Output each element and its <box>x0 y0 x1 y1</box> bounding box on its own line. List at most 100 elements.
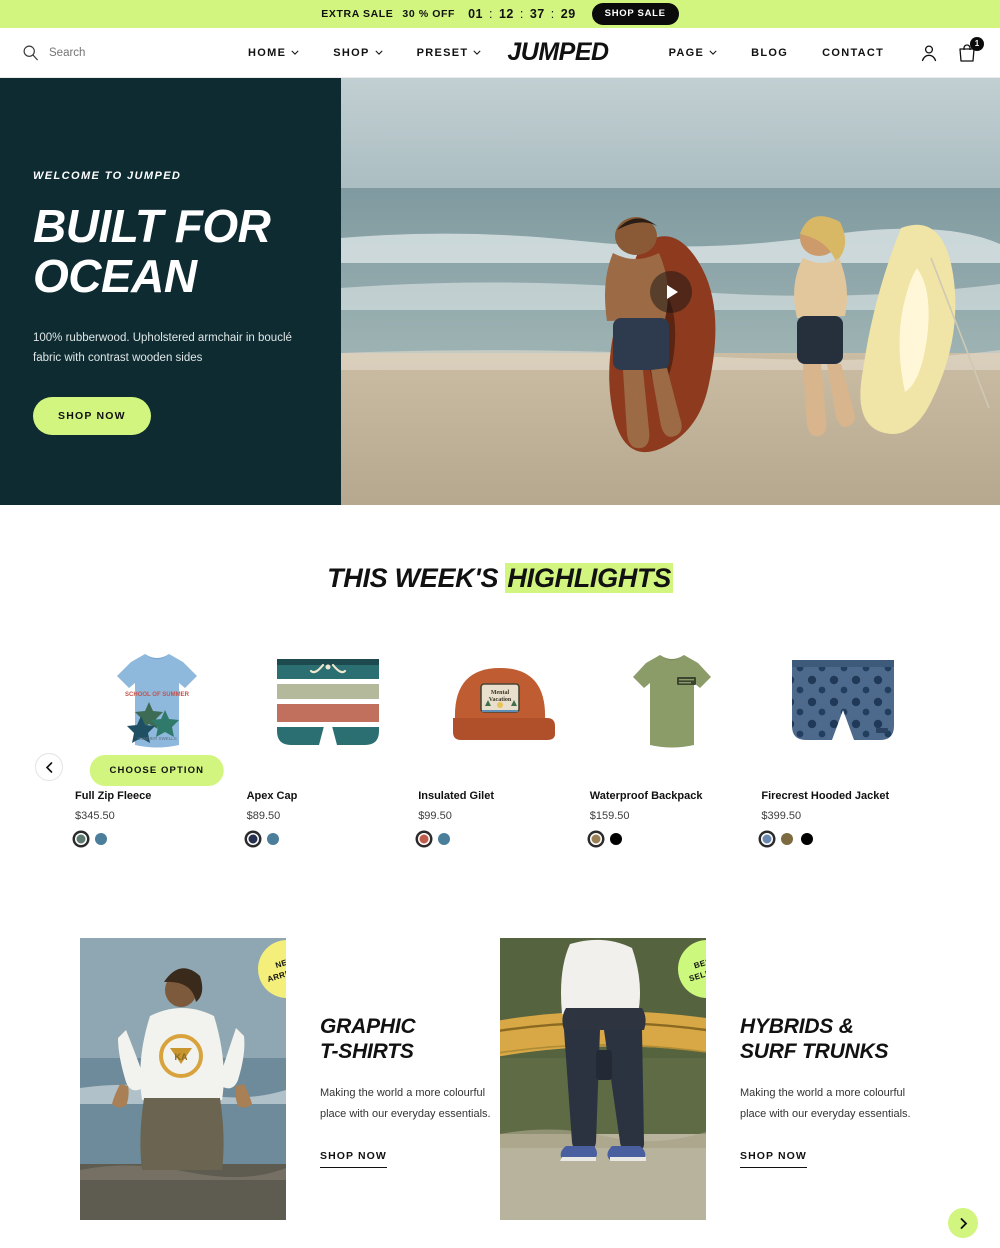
primary-nav-left: HOME SHOP PRESET <box>248 47 481 59</box>
swatch-option[interactable] <box>609 833 622 845</box>
site-logo[interactable]: JUMPED <box>507 38 609 67</box>
product-image[interactable] <box>761 640 925 768</box>
site-header: HOME SHOP PRESET JUMPED PAGE BLOG CONTAC… <box>0 28 1000 78</box>
surfer-white-tshirt-ocean-image: KA <box>80 938 286 1220</box>
countdown-sep-1: : <box>488 7 493 21</box>
swatch-option[interactable] <box>418 833 431 845</box>
countdown-sep-3: : <box>550 7 555 21</box>
product-swatches <box>75 833 239 845</box>
chevron-down-icon <box>291 50 299 55</box>
announcement-label: EXTRA SALE <box>321 8 394 20</box>
product-card[interactable]: SCHOOL OF SUMMER SUMMER SWELLS CHOOSE OP… <box>75 640 239 845</box>
navy-floral-shorts-image <box>792 660 895 740</box>
product-card[interactable]: Firecrest Hooded Jacket $399.50 <box>761 640 925 845</box>
promo-title-line-2: T-SHIRTS <box>320 1040 414 1064</box>
hero-play-button[interactable] <box>649 270 692 313</box>
product-card[interactable]: Waterproof Backpack $159.50 <box>589 640 754 845</box>
nav-item-preset-label: PRESET <box>416 46 469 59</box>
product-swatches <box>418 833 582 845</box>
product-image[interactable]: Mental Vacation <box>418 640 582 768</box>
product-price: $99.50 <box>418 810 452 822</box>
countdown-hours: 12 <box>498 7 514 21</box>
promo-title-line-1: GRAPHIC <box>320 1015 416 1038</box>
product-card[interactable]: Mental Vacation Insulated Gilet $99.50 <box>418 640 582 845</box>
svg-text:KA: KA <box>175 1052 188 1062</box>
product-image[interactable] <box>590 640 754 768</box>
swatch-option[interactable] <box>95 833 107 845</box>
play-icon <box>666 284 678 299</box>
promo-body: GRAPHIC T-SHIRTS Making the world a more… <box>286 938 500 1220</box>
promo-title-line-1: HYBRIDS & <box>740 1015 854 1038</box>
chevron-down-icon <box>375 50 383 55</box>
product-price: $345.50 <box>75 810 115 822</box>
chevron-down-icon <box>709 50 717 55</box>
promo-image[interactable]: KA NEW ARRIVALS <box>80 938 286 1220</box>
nav-item-blog-label: BLOG <box>751 46 789 59</box>
primary-nav-right: PAGE BLOG CONTACT <box>669 47 885 59</box>
swatch-option[interactable] <box>589 833 602 845</box>
nav-item-preset[interactable]: PRESET <box>417 47 482 59</box>
user-icon <box>921 44 937 61</box>
nav-item-blog[interactable]: BLOG <box>751 47 788 59</box>
product-swatches <box>589 833 754 845</box>
search-input[interactable] <box>49 46 189 59</box>
header-icons: 1 <box>918 36 984 64</box>
product-card[interactable]: Apex Cap $89.50 <box>246 640 411 845</box>
countdown-seconds: 29 <box>560 7 576 21</box>
chevron-right-icon <box>960 1217 967 1229</box>
cart-button[interactable]: 1 <box>956 36 984 64</box>
swatch-option[interactable] <box>75 833 87 845</box>
swatch-option[interactable] <box>761 833 774 845</box>
nav-item-contact[interactable]: CONTACT <box>822 47 884 59</box>
product-swatches <box>761 833 925 845</box>
product-list: SCHOOL OF SUMMER SUMMER SWELLS CHOOSE OP… <box>75 640 925 845</box>
swatch-option[interactable] <box>801 833 814 845</box>
announcement-discount: 30 % OFF <box>402 8 456 20</box>
svg-text:SUMMER SWELLS: SUMMER SWELLS <box>137 736 177 741</box>
swatch-option[interactable] <box>781 833 794 845</box>
nav-item-shop[interactable]: SHOP <box>333 46 383 59</box>
nav-item-shop-label: SHOP <box>333 46 370 59</box>
highlights-title: THIS WEEK'S HIGHLIGHTS <box>0 563 1000 594</box>
carousel-next-button[interactable] <box>948 1208 978 1238</box>
countdown-timer: 01 : 12 : 37 : 29 <box>468 7 576 21</box>
svg-text:Mental: Mental <box>491 690 510 696</box>
product-image[interactable] <box>247 640 411 768</box>
olive-green-tshirt-image <box>632 655 711 748</box>
promo-body: HYBRIDS & SURF TRUNKS Making the world a… <box>706 938 920 1220</box>
striped-board-shorts-image <box>277 659 380 745</box>
hero-title-line-1: BUILT FOR <box>33 200 271 252</box>
swatch-option[interactable] <box>246 833 259 845</box>
promo-description: Making the world a more colourful place … <box>740 1087 911 1120</box>
product-price: $159.50 <box>589 810 630 822</box>
countdown-sep-2: : <box>519 7 524 21</box>
swatch-option[interactable] <box>266 833 279 845</box>
person-carrying-surfboard-image <box>500 938 706 1220</box>
countdown-minutes: 37 <box>529 7 545 21</box>
product-name: Waterproof Backpack <box>589 790 703 802</box>
promo-image[interactable]: BEST SELLERS <box>500 938 706 1220</box>
hero-content-panel: WELCOME TO JUMPED BUILT FOR OCEAN 100% r… <box>0 78 341 505</box>
chevron-left-icon <box>45 761 52 773</box>
swatch-option[interactable] <box>438 833 451 845</box>
promo-shop-now-link[interactable]: SHOP NOW <box>740 1150 807 1169</box>
product-swatches <box>246 833 411 845</box>
announcement-bar: EXTRA SALE 30 % OFF 01 : 12 : 37 : 29 SH… <box>0 0 1000 28</box>
account-button[interactable] <box>918 42 940 64</box>
nav-item-page[interactable]: PAGE <box>669 47 718 59</box>
promo-shop-now-link[interactable]: SHOP NOW <box>320 1150 387 1169</box>
svg-text:SCHOOL OF SUMMER: SCHOOL OF SUMMER <box>125 692 190 698</box>
cart-count-badge: 1 <box>970 36 984 51</box>
product-image[interactable]: SCHOOL OF SUMMER SUMMER SWELLS CHOOSE OP… <box>75 640 239 786</box>
hero-description: 100% rubberwood. Upholstered armchair in… <box>33 332 292 365</box>
hero-media[interactable] <box>341 78 1000 505</box>
hero-shop-now-button[interactable]: SHOP NOW <box>33 396 151 435</box>
choose-option-button[interactable]: CHOOSE OPTION <box>89 755 225 786</box>
promo-card-new-arrivals: KA NEW ARRIVALS GRAPHIC T-SHIRTS Making … <box>80 938 500 1220</box>
carousel-prev-button[interactable] <box>35 753 63 781</box>
shop-sale-button[interactable]: SHOP SALE <box>591 3 679 25</box>
nav-item-home[interactable]: HOME <box>248 47 299 59</box>
rust-mental-vacation-cap-image: Mental Vacation <box>452 668 555 740</box>
search-box[interactable] <box>22 44 232 61</box>
product-price: $89.50 <box>246 810 281 822</box>
